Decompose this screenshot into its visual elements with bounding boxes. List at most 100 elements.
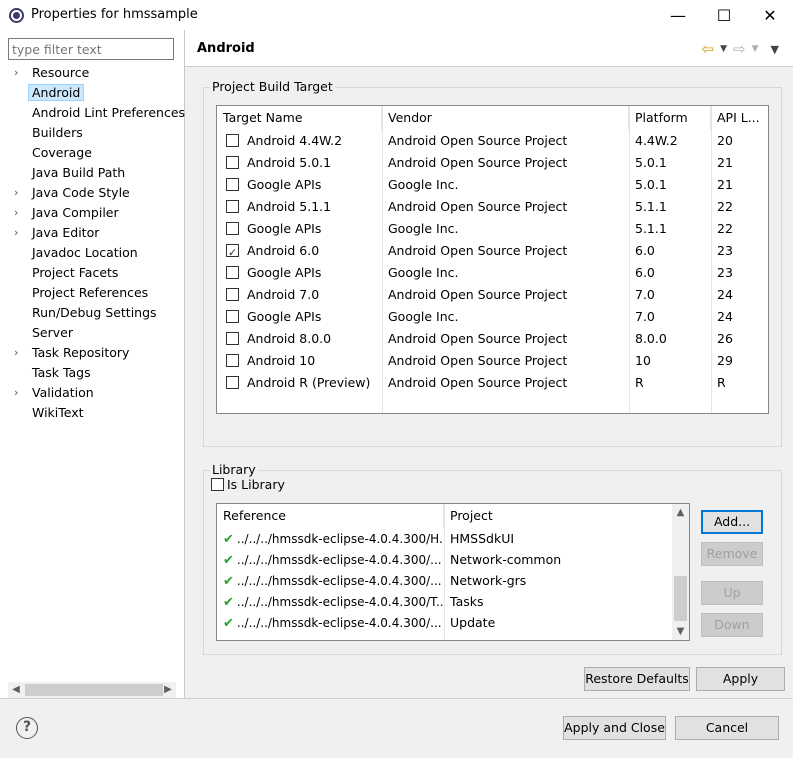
tree-item[interactable]: › Validation: [0, 383, 184, 403]
tree-item[interactable]: Server: [0, 323, 184, 343]
target-checkbox[interactable]: [226, 222, 239, 235]
help-icon[interactable]: ?: [16, 717, 38, 739]
expand-chevron-icon[interactable]: ›: [14, 183, 18, 203]
is-library-box[interactable]: [211, 478, 224, 491]
apply-button[interactable]: Apply: [696, 667, 785, 691]
library-reference: ../../../hmssdk-eclipse-4.0.4.300/...: [236, 553, 442, 567]
target-vendor: Android Open Source Project: [388, 353, 568, 368]
build-target-row[interactable]: Google APIs Google Inc. 5.0.1 21: [217, 174, 768, 196]
library-row[interactable]: ✔ ../../../hmssdk-eclipse-4.0.4.300/H... H…: [217, 528, 689, 549]
build-target-row[interactable]: Google APIs Google Inc. 7.0 24: [217, 306, 768, 328]
maximize-button[interactable]: ☐: [701, 0, 747, 30]
tree-item-label: Java Editor: [32, 225, 100, 240]
tree-item[interactable]: Project References: [0, 283, 184, 303]
tree-item[interactable]: Task Tags: [0, 363, 184, 383]
forward-arrow-icon[interactable]: ⇨: [733, 40, 746, 58]
back-menu-chevron-icon[interactable]: ▼: [720, 44, 727, 54]
tree-item[interactable]: Javadoc Location: [0, 243, 184, 263]
move-up-button[interactable]: Up: [701, 581, 763, 605]
library-scroll-thumb[interactable]: [674, 576, 687, 621]
library-row[interactable]: ✔ ../../../hmssdk-eclipse-4.0.4.300/... Ne…: [217, 549, 689, 570]
restore-defaults-button[interactable]: Restore Defaults: [584, 667, 690, 691]
horizontal-scrollbar[interactable]: ◀ ▶: [8, 682, 176, 698]
header-project[interactable]: Project: [444, 504, 674, 528]
tree-item[interactable]: Android: [0, 83, 184, 103]
target-checkbox[interactable]: [226, 332, 239, 345]
navigation-icons: ⇦ ▼ ⇨ ▼ ▼: [702, 40, 779, 58]
page-title: Android: [197, 41, 255, 56]
header-platform[interactable]: Platform: [629, 106, 711, 130]
tree-item[interactable]: Project Facets: [0, 263, 184, 283]
expand-chevron-icon[interactable]: ›: [14, 203, 18, 223]
target-checkbox[interactable]: [226, 156, 239, 169]
build-target-row[interactable]: Google APIs Google Inc. 6.0 23: [217, 262, 768, 284]
tree-item[interactable]: Java Build Path: [0, 163, 184, 183]
library-row[interactable]: ✔ ../../../hmssdk-eclipse-4.0.4.300/... Ne…: [217, 570, 689, 591]
tree-item[interactable]: › Java Code Style: [0, 183, 184, 203]
tree-item[interactable]: › Task Repository: [0, 343, 184, 363]
target-checkbox[interactable]: [226, 200, 239, 213]
target-checkbox[interactable]: [226, 242, 239, 262]
filter-input[interactable]: [8, 38, 174, 60]
target-api-level: R: [717, 375, 726, 390]
library-row[interactable]: ✔ ../../../hmssdk-eclipse-4.0.4.300/... Up…: [217, 612, 689, 633]
build-target-row[interactable]: Android R (Preview) Android Open Source P…: [217, 372, 768, 394]
expand-chevron-icon[interactable]: ›: [14, 223, 18, 243]
add-library-button[interactable]: Add...: [701, 510, 763, 534]
scroll-up-icon[interactable]: ▲: [672, 504, 689, 521]
scroll-left-icon[interactable]: ◀: [8, 682, 24, 698]
cancel-button[interactable]: Cancel: [675, 716, 779, 740]
scroll-down-icon[interactable]: ▼: [672, 623, 689, 640]
tree-item[interactable]: Coverage: [0, 143, 184, 163]
tree-item[interactable]: Run/Debug Settings: [0, 303, 184, 323]
target-checkbox[interactable]: [226, 288, 239, 301]
header-api-level[interactable]: API L...: [711, 106, 761, 130]
tree-item[interactable]: › Java Editor: [0, 223, 184, 243]
tree-item[interactable]: › Resource: [0, 63, 184, 83]
target-checkbox[interactable]: [226, 134, 239, 147]
tree-item[interactable]: Android Lint Preferences: [0, 103, 185, 123]
view-menu-icon[interactable]: ▼: [771, 43, 779, 56]
target-platform: 5.1.1: [635, 199, 667, 214]
library-vertical-scrollbar[interactable]: ▲ ▼: [672, 504, 689, 640]
remove-library-button[interactable]: Remove: [701, 542, 763, 566]
expand-chevron-icon[interactable]: ›: [14, 343, 18, 363]
header-vendor[interactable]: Vendor: [382, 106, 629, 130]
tree-item[interactable]: Builders: [0, 123, 184, 143]
build-target-row[interactable]: Android 5.1.1 Android Open Source Project…: [217, 196, 768, 218]
library-project: Tasks: [450, 594, 484, 609]
is-library-checkbox[interactable]: Is Library: [211, 477, 285, 493]
scroll-right-icon[interactable]: ▶: [160, 682, 176, 698]
expand-chevron-icon[interactable]: ›: [14, 383, 18, 403]
close-button[interactable]: ✕: [747, 0, 793, 30]
build-target-row[interactable]: Android 6.0 Android Open Source Project 6.…: [217, 240, 768, 262]
tree-item[interactable]: › Java Compiler: [0, 203, 184, 223]
build-target-row[interactable]: Android 4.4W.2 Android Open Source Projec…: [217, 130, 768, 152]
header-reference[interactable]: Reference: [217, 504, 444, 528]
build-target-row[interactable]: Android 10 Android Open Source Project 10 2…: [217, 350, 768, 372]
target-api-level: 21: [717, 155, 733, 170]
minimize-button[interactable]: —: [655, 0, 701, 30]
target-checkbox[interactable]: [226, 376, 239, 389]
target-checkbox[interactable]: [226, 310, 239, 323]
header-target-name[interactable]: Target Name: [217, 106, 382, 130]
target-checkbox[interactable]: [226, 178, 239, 191]
expand-chevron-icon[interactable]: ›: [14, 63, 18, 83]
build-target-row[interactable]: Google APIs Google Inc. 5.1.1 22: [217, 218, 768, 240]
build-target-row[interactable]: Android 8.0.0 Android Open Source Project…: [217, 328, 768, 350]
scroll-thumb[interactable]: [25, 684, 163, 696]
tree-item[interactable]: WikiText: [0, 403, 184, 423]
target-vendor: Android Open Source Project: [388, 155, 568, 170]
back-arrow-icon[interactable]: ⇦: [702, 40, 715, 58]
build-target-row[interactable]: Android 7.0 Android Open Source Project 7.…: [217, 284, 768, 306]
valid-check-icon: ✔: [223, 553, 234, 568]
target-checkbox[interactable]: [226, 266, 239, 279]
build-target-row[interactable]: Android 5.0.1 Android Open Source Project…: [217, 152, 768, 174]
forward-menu-chevron-icon[interactable]: ▼: [752, 44, 759, 54]
target-platform: 4.4W.2: [635, 133, 678, 148]
apply-and-close-button[interactable]: Apply and Close: [563, 716, 666, 740]
target-name: Google APIs: [247, 265, 322, 280]
library-row[interactable]: ✔ ../../../hmssdk-eclipse-4.0.4.300/T... T…: [217, 591, 689, 612]
target-checkbox[interactable]: [226, 354, 239, 367]
move-down-button[interactable]: Down: [701, 613, 763, 637]
